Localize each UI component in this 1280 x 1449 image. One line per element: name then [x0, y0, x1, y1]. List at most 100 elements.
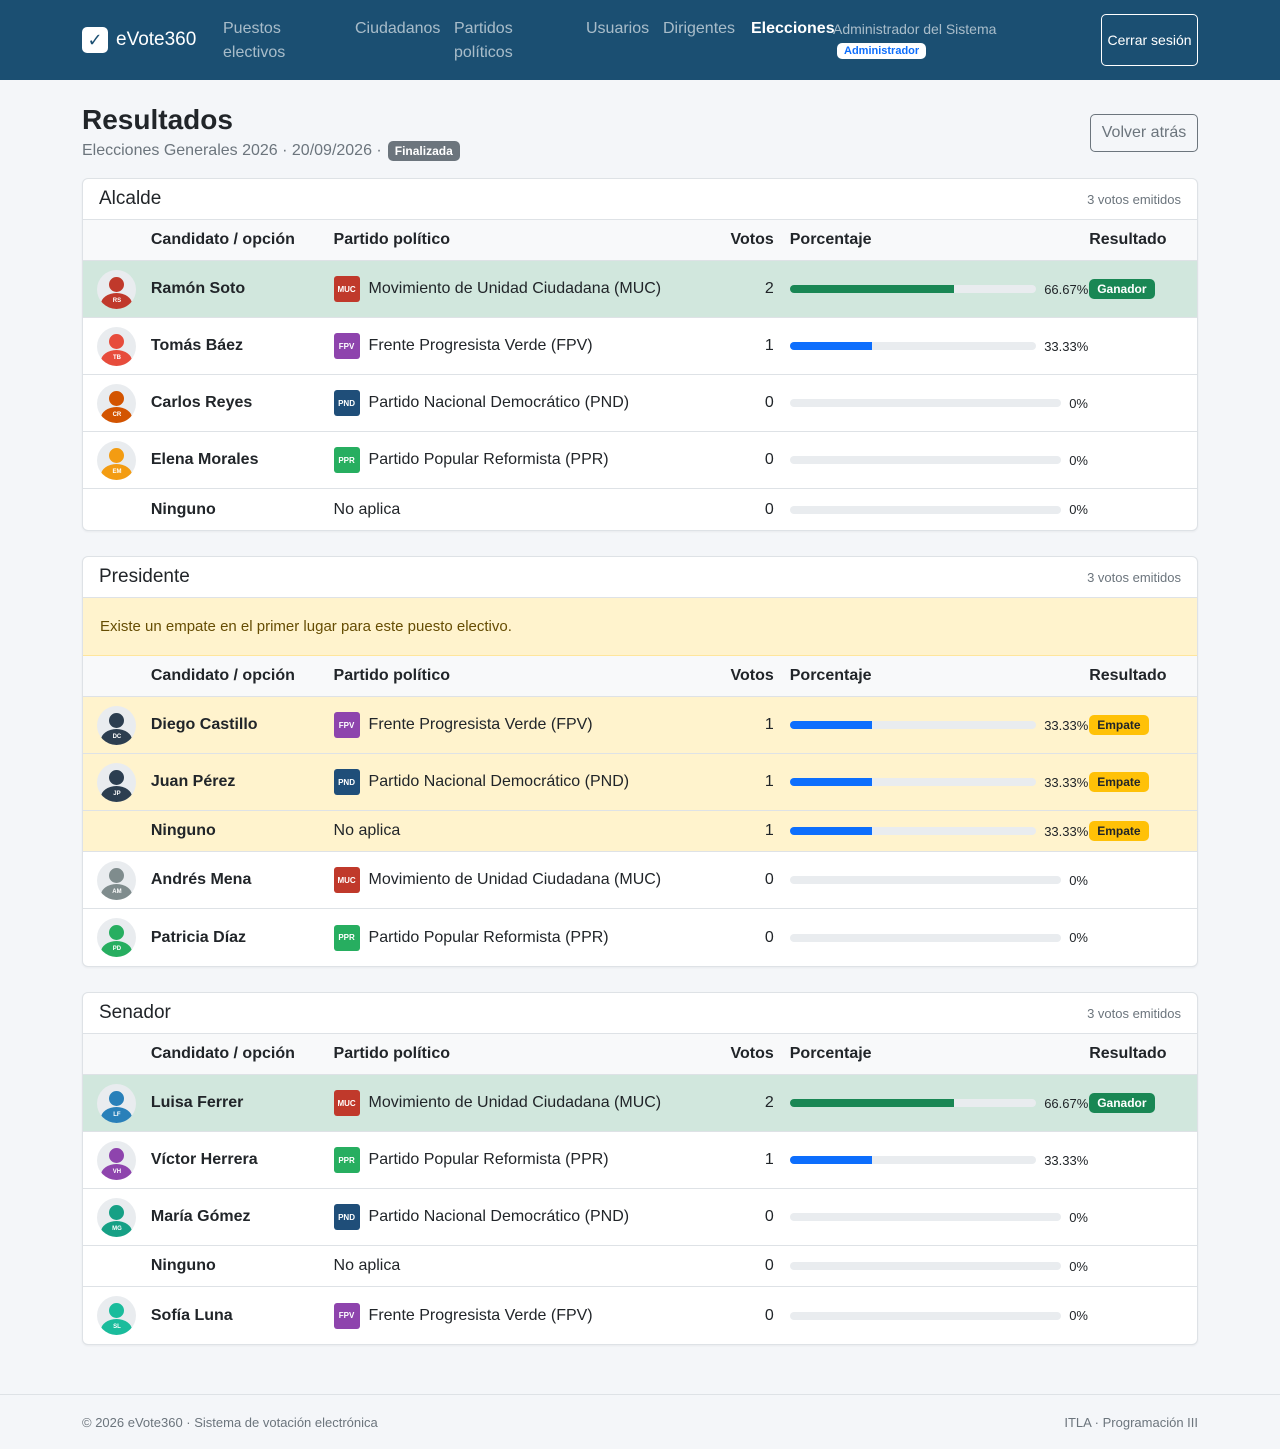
avatar-cell: LF: [83, 1083, 151, 1123]
footer-credits: ITLA · Programación III: [1064, 1415, 1198, 1430]
candidate-avatar: RS: [97, 269, 137, 309]
table-row: SL Sofía Luna FPV Frente Progresista Verde …: [83, 1287, 1197, 1344]
vote-count: 0: [764, 871, 774, 888]
vote-count: 0: [764, 1208, 774, 1225]
percent-bar: [789, 505, 1062, 514]
avatar-initials: TB: [112, 354, 121, 361]
back-button[interactable]: Volver atrás: [1090, 114, 1198, 152]
vote-count: 0: [764, 500, 774, 518]
nav-dirigentes[interactable]: Dirigentes: [663, 17, 735, 41]
vote-count: 1: [764, 773, 774, 790]
vote-count: 0: [764, 451, 774, 468]
avatar-initials: MG: [112, 1225, 122, 1232]
percent-bar: [789, 285, 1037, 293]
percent-cell: 33.33%: [774, 1153, 1089, 1168]
avatar-head: [109, 867, 125, 883]
votes-column-header: Votos: [730, 667, 774, 684]
table-row: EM Elena Morales PPR Partido Popular Reform…: [83, 432, 1197, 489]
nav-puestos-electivos[interactable]: Puestos electivos: [223, 17, 323, 65]
table-row: RS Ramón Soto MUC Movimiento de Unidad Ciud…: [83, 261, 1197, 318]
vote-count: 2: [764, 280, 774, 297]
results-card-alcalde: Alcalde 3 votos emitidos Candidato / opció…: [82, 178, 1198, 531]
candidate-name: Patricia Díaz: [150, 928, 247, 946]
avatar-initials: RS: [112, 297, 122, 304]
avatar-cell: EM: [83, 440, 151, 480]
nav-usuarios[interactable]: Usuarios: [586, 17, 649, 41]
avatar-head: [109, 712, 125, 728]
candidate-avatar: DC: [97, 705, 137, 745]
winner-badge: Ganador: [1089, 279, 1155, 299]
percent-cell: 0%: [774, 502, 1089, 517]
result-cell: Empate: [1089, 772, 1197, 792]
percent-label: 0%: [1069, 1209, 1088, 1225]
nav-partidos-politicos[interactable]: Partidos políticos: [454, 17, 544, 65]
candidate-name: María Gómez: [150, 1208, 251, 1225]
percent-bar: [789, 933, 1062, 942]
avatar-cell: AM: [83, 860, 151, 900]
candidate-name: Víctor Herrera: [150, 1151, 258, 1168]
candidate-avatar: AM: [97, 860, 137, 900]
percent-cell: 0%: [774, 396, 1089, 411]
candidate-avatar: JP: [97, 762, 137, 802]
percent-label: 33.33%: [1044, 774, 1089, 790]
avatar-cell: VH: [83, 1140, 151, 1180]
table-row: LF Luisa Ferrer MUC Movimiento de Unidad Ci…: [83, 1075, 1197, 1132]
avatar-head: [109, 769, 125, 785]
party-name: Partido Popular Reformista (PPR): [368, 928, 609, 946]
table-header-row: Candidato / opción Partido político Votos P…: [83, 220, 1197, 261]
party-cell: No aplica: [334, 501, 703, 519]
avatar-cell: CR: [83, 383, 151, 423]
party-name: Partido Nacional Democrático (PND): [368, 394, 630, 411]
candidate-column-header: Candidato / opción: [150, 231, 295, 248]
party-name: Frente Progresista Verde (FPV): [368, 337, 593, 354]
result-cell: Empate: [1089, 821, 1197, 841]
percent-cell: 33.33%: [774, 718, 1089, 733]
percent-bar: [789, 456, 1062, 464]
party-cell: PND Partido Nacional Democrático (PND): [333, 769, 703, 795]
result-cell: Ganador: [1089, 1093, 1197, 1113]
tie-badge: Empate: [1089, 772, 1149, 792]
candidate-avatar: TB: [97, 326, 137, 366]
percent-label: 0%: [1069, 452, 1088, 468]
nav-elecciones[interactable]: Elecciones: [751, 17, 835, 41]
party-logo: PND: [333, 769, 360, 795]
table-row: VH Víctor Herrera PPR Partido Popular Refor…: [83, 1132, 1197, 1189]
page-title: Resultados: [82, 104, 233, 135]
candidate-column-header: Candidato / opción: [150, 1045, 295, 1062]
table-row: MG María Gómez PND Partido Nacional Democrá…: [83, 1189, 1197, 1246]
percent-label: 0%: [1069, 1308, 1088, 1323]
party-cell: MUC Movimiento de Unidad Ciudadana (MUC): [333, 1090, 703, 1116]
party-cell: PPR Partido Popular Reformista (PPR): [333, 924, 703, 951]
vote-count: 0: [764, 1306, 774, 1324]
percent-bar: [789, 721, 1037, 729]
brand-link[interactable]: ✓ eVote360: [82, 27, 196, 53]
vote-count: 0: [764, 1257, 774, 1274]
election-info: Elecciones Generales 2026 · 20/09/2026 ·: [82, 142, 382, 159]
card-header: Senador 3 votos emitidos: [83, 993, 1197, 1034]
check-icon: ✓: [82, 27, 108, 53]
nav-ciudadanos[interactable]: Ciudadanos: [355, 17, 440, 41]
percent-cell: 0%: [774, 873, 1089, 888]
candidate-name: Diego Castillo: [150, 716, 258, 733]
candidate-column-header: Candidato / opción: [150, 667, 295, 684]
party-name: Movimiento de Unidad Ciudadana (MUC): [368, 280, 662, 297]
party-cell: PND Partido Nacional Democrático (PND): [333, 390, 703, 416]
percent-bar: [789, 1262, 1062, 1270]
percent-cell: 33.33%: [774, 824, 1089, 839]
candidate-name: Andrés Mena: [150, 871, 252, 888]
percent-label: 66.67%: [1044, 281, 1089, 297]
percent-cell: 66.67%: [774, 1096, 1089, 1111]
vote-count: 0: [764, 928, 774, 946]
percent-label: 66.67%: [1044, 1095, 1089, 1111]
party-cell: FPV Frente Progresista Verde (FPV): [333, 1302, 703, 1329]
logout-button[interactable]: Cerrar sesión: [1101, 14, 1198, 66]
percent-label: 33.33%: [1044, 823, 1089, 839]
card-header: Alcalde 3 votos emitidos: [83, 179, 1197, 220]
avatar-initials: AM: [112, 888, 122, 895]
user-role-badge: Administrador: [837, 43, 927, 59]
avatar-cell: SL: [83, 1296, 151, 1335]
candidate-avatar: MG: [97, 1197, 137, 1237]
party-column-header: Partido político: [333, 1045, 450, 1062]
election-subtitle: Elecciones Generales 2026 · 20/09/2026 ·…: [82, 141, 460, 161]
percent-bar-fill: [789, 1099, 955, 1107]
